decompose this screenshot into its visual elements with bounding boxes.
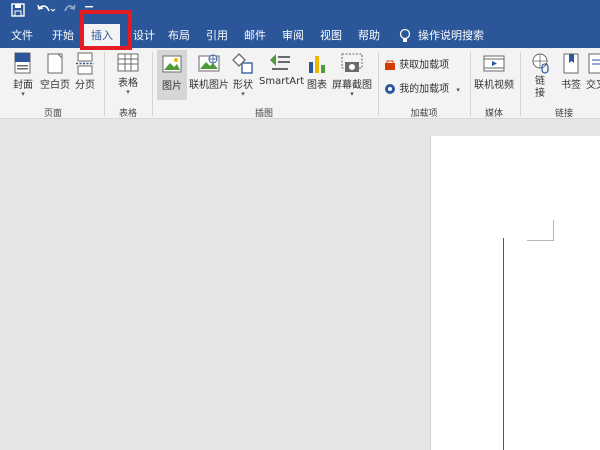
tab-file[interactable]: 文件 [4,24,40,48]
save-icon[interactable] [8,3,28,21]
shapes-icon [232,53,253,74]
picture-icon [162,55,182,73]
smartart-label: SmartArt [259,76,305,87]
dropdown-arrow-icon: ▾ [241,90,245,98]
pages-group-label: 页面 [43,109,62,119]
page-break-label: 分页 [75,80,95,91]
tab-help[interactable]: 帮助 [352,24,386,48]
online-video-icon [483,55,505,72]
ribbon-separator [152,52,153,116]
store-icon [385,60,395,70]
blank-page-button[interactable]: 空白页 [38,52,72,91]
screenshot-button[interactable]: 屏幕截图 ▾ [332,52,372,98]
chart-button[interactable]: 图表 [303,52,331,91]
my-addins-icon [385,84,395,94]
bookmark-label: 书签 [561,80,581,91]
highlight-annotation-box [80,10,132,50]
tab-references[interactable]: 引用 [200,24,234,48]
smartart-icon [270,54,290,70]
media-group-label: 媒体 [484,109,503,119]
redo-icon[interactable] [62,3,78,21]
ribbon-separator [520,52,521,116]
get-addins-button[interactable]: 获取加载项 [384,56,464,71]
dropdown-arrow-icon: ▾ [456,86,460,94]
dropdown-arrow-icon: ▾ [350,90,354,98]
lightbulb-icon[interactable] [396,24,414,48]
shapes-button[interactable]: 形状 ▾ [230,52,256,98]
chart-label: 图表 [307,80,327,91]
my-addins-label: 我的加载项 [399,84,450,95]
tab-review[interactable]: 审阅 [276,24,310,48]
ribbon-separator [104,52,105,116]
cross-reference-icon [588,53,600,74]
blank-page-icon [47,53,63,74]
tab-mailings[interactable]: 邮件 [238,24,272,48]
undo-icon[interactable] [34,3,58,21]
illustrations-group-label: 插图 [254,109,273,119]
pictures-label: 图片 [162,81,182,92]
online-pictures-button[interactable]: 联机图片 [189,52,229,91]
my-addins-button[interactable]: 我的加载项 ▾ [384,80,464,95]
smartart-button[interactable]: SmartArt [259,52,305,87]
cover-page-icon [14,52,31,74]
links-group-label: 链接 [554,109,573,119]
table-button[interactable]: 表格 ▾ [110,52,146,96]
tab-home[interactable]: 开始 [44,24,82,48]
chart-icon [309,56,325,73]
addins-group-label: 加载项 [410,109,438,119]
cover-page-button[interactable]: 封面 ▾ [8,52,38,98]
online-picture-icon [198,54,220,72]
cross-reference-label: 交叉 [586,80,600,91]
link-label: 链接 [535,76,545,99]
text-cursor [503,238,504,450]
link-icon [532,53,549,74]
pictures-button[interactable]: 图片 [157,50,187,100]
ribbon-separator [378,52,379,116]
online-video-button[interactable]: 联机视频 [474,52,514,91]
page-break-button[interactable]: 分页 [72,52,98,91]
tell-me-search[interactable]: 操作说明搜索 [418,24,486,48]
get-addins-label: 获取加载项 [399,60,450,71]
page-break-icon [76,52,94,75]
online-pictures-label: 联机图片 [189,80,229,91]
margin-corner-mark [527,220,554,241]
online-video-label: 联机视频 [474,80,514,91]
document-page[interactable] [430,136,600,450]
link-button[interactable]: 链接 [526,52,554,100]
table-icon [117,53,139,72]
tab-view[interactable]: 视图 [314,24,348,48]
screenshot-icon [341,53,363,72]
ribbon-separator [470,52,471,116]
bookmark-icon [563,53,579,74]
tab-layout[interactable]: 布局 [162,24,196,48]
bookmark-button[interactable]: 书签 [558,52,584,91]
blank-page-label: 空白页 [40,80,70,91]
cross-reference-button[interactable]: 交叉 [586,52,600,91]
dropdown-arrow-icon: ▾ [21,90,25,98]
tables-group-label: 表格 [118,109,137,119]
dropdown-arrow-icon: ▾ [126,88,130,96]
